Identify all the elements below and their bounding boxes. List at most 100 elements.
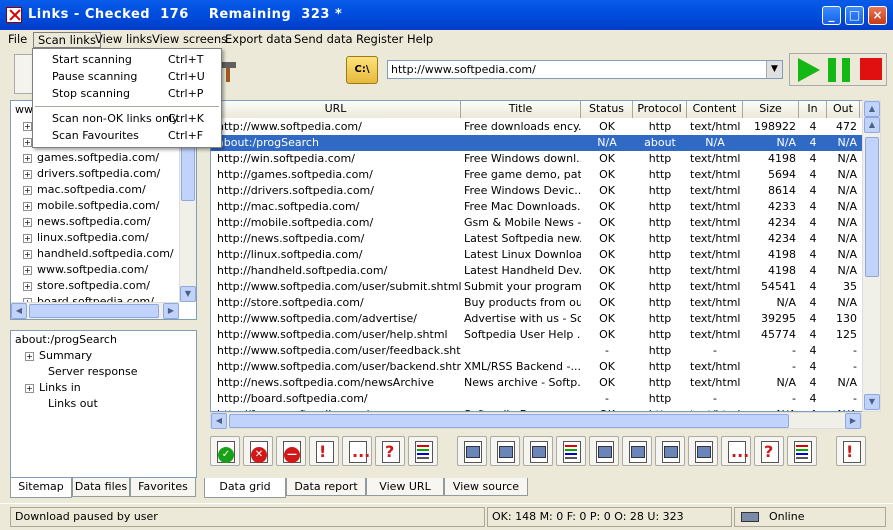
table-row[interactable]: http://drivers.softpedia.com/Free Window… <box>211 183 880 199</box>
warning-filter-button[interactable]: ! <box>309 436 339 466</box>
stop-icon[interactable] <box>860 58 882 80</box>
sitemap-node[interactable]: + mac.softpedia.com/ <box>23 183 146 196</box>
menu-item[interactable]: Pause scanning Ctrl+U <box>34 69 220 86</box>
menu-help[interactable]: Help <box>403 32 437 48</box>
column-header[interactable]: Protocol <box>633 101 687 118</box>
expand-icon[interactable]: + <box>23 169 32 179</box>
expand-icon[interactable]: + <box>23 265 32 275</box>
expand-icon[interactable]: + <box>23 249 32 259</box>
table-row[interactable]: http://handheld.softpedia.com/Latest Han… <box>211 263 880 279</box>
menu-register[interactable]: Register <box>352 32 407 48</box>
scroll-down-icon[interactable]: ▼ <box>864 394 880 410</box>
expand-icon[interactable]: + <box>23 153 32 163</box>
expand-icon[interactable]: + <box>23 121 32 131</box>
table-row[interactable]: http://www.softpedia.com/Free downloads … <box>211 119 880 135</box>
menu-item[interactable]: Stop scanning Ctrl+P <box>34 86 220 103</box>
text-button[interactable] <box>556 436 586 466</box>
table-row[interactable]: http://www.softpedia.com/user/backend.sh… <box>211 359 880 375</box>
expand-icon[interactable]: + <box>25 383 34 393</box>
scroll-right-icon[interactable]: ▶ <box>163 303 179 319</box>
detail-root[interactable]: about:/progSearch <box>15 333 117 346</box>
edit-button[interactable] <box>490 436 520 466</box>
table-row[interactable]: http://www.softpedia.com/user/submit.sht… <box>211 279 880 295</box>
url-combo[interactable]: http://www.softpedia.com/ ▼ <box>387 60 783 79</box>
menu-item[interactable]: Scan non-OK links only Ctrl+K <box>34 111 220 128</box>
column-header[interactable]: URL <box>211 101 461 118</box>
tree-node-server-response[interactable]: Server response <box>48 365 138 378</box>
link-button[interactable] <box>589 436 619 466</box>
column-header[interactable]: Out <box>827 101 860 118</box>
table-row[interactable]: http://mac.softpedia.com/Free Mac Downlo… <box>211 199 880 215</box>
tab-view-source[interactable]: View source <box>444 478 528 496</box>
tool-button[interactable]: ! <box>836 436 866 466</box>
sitemap-node[interactable]: + games.softpedia.com/ <box>23 151 159 164</box>
tree-node-summary[interactable]: + Summary <box>25 349 92 362</box>
scroll-thumb[interactable] <box>29 304 159 318</box>
browser-button[interactable] <box>457 436 487 466</box>
scroll-up-icon[interactable]: ▲ <box>864 117 880 133</box>
expand-icon[interactable]: + <box>23 185 32 195</box>
column-header[interactable]: Content <box>687 101 743 118</box>
column-header[interactable]: Title <box>461 101 581 118</box>
more-filter-button[interactable]: ... <box>342 436 372 466</box>
table-row[interactable]: http://news.softpedia.com/Latest Softped… <box>211 231 880 247</box>
menu-view-screens[interactable]: View screens <box>148 32 231 48</box>
sitemap-node[interactable]: + store.softpedia.com/ <box>23 279 150 292</box>
scroll-thumb[interactable] <box>181 141 195 201</box>
minimize-button[interactable]: _ <box>822 6 841 25</box>
tab-view-url[interactable]: View URL <box>366 478 444 496</box>
sitemap-node[interactable]: + handheld.softpedia.com/ <box>23 247 174 260</box>
menu-export-data[interactable]: Export data <box>221 32 296 48</box>
question2-filter-button[interactable]: ? <box>754 436 784 466</box>
maximize-button[interactable]: □ <box>845 6 864 25</box>
pause-icon[interactable] <box>828 58 852 82</box>
tab-data-report[interactable]: Data report <box>286 478 366 496</box>
expand-icon[interactable]: + <box>23 201 32 211</box>
play-icon[interactable] <box>798 58 820 82</box>
scroll-right-icon[interactable]: ▶ <box>845 413 861 429</box>
table-row[interactable]: http://linux.softpedia.com/Latest Linux … <box>211 247 880 263</box>
tab-data-files[interactable]: Data files <box>72 478 130 497</box>
table-row[interactable]: http://www.softpedia.com/user/feedback.s… <box>211 343 880 359</box>
tree-root[interactable]: ww <box>15 103 33 116</box>
data-grid[interactable]: URL Title Status Protocol Content Size In Out h… <box>210 100 881 412</box>
table-row[interactable]: http://www.softpedia.com/advertise/Adver… <box>211 311 880 327</box>
error-filter-button[interactable]: ✕ <box>243 436 273 466</box>
report2-button[interactable] <box>787 436 817 466</box>
scroll-thumb[interactable] <box>229 414 789 428</box>
column-header[interactable]: Status <box>581 101 633 118</box>
expand-icon[interactable]: + <box>23 281 32 291</box>
monitor-button[interactable] <box>688 436 718 466</box>
stop-filter-button[interactable]: — <box>276 436 306 466</box>
tree-node-links-in[interactable]: + Links in <box>25 381 81 394</box>
table-row[interactable]: http://win.softpedia.com/Free Windows do… <box>211 151 880 167</box>
settings-button[interactable] <box>655 436 685 466</box>
mail-button[interactable] <box>523 436 553 466</box>
table-row[interactable]: http://news.softpedia.com/newsArchive New… <box>211 375 880 391</box>
expand-icon[interactable]: + <box>23 137 32 147</box>
ok-filter-button[interactable]: ✓ <box>210 436 240 466</box>
detail-tree[interactable]: about:/progSearch + Summary Server respon… <box>10 330 197 478</box>
table-row[interactable]: http://www.softpedia.com/user/help.shtml… <box>211 327 880 343</box>
scroll-down-icon[interactable]: ▼ <box>180 286 196 302</box>
expand-icon[interactable]: + <box>25 351 34 361</box>
scroll-thumb[interactable] <box>865 137 879 277</box>
more2-filter-button[interactable]: ... <box>721 436 751 466</box>
column-header[interactable]: In <box>799 101 827 118</box>
sitemap-node[interactable]: + drivers.softpedia.com/ <box>23 167 160 180</box>
sitemap-node[interactable]: + mobile.softpedia.com/ <box>23 199 159 212</box>
menu-file[interactable]: File <box>4 32 31 48</box>
grid-hscroll[interactable]: ◀ ▶ <box>210 412 862 429</box>
column-header[interactable]: Size <box>743 101 799 118</box>
sitemap-node[interactable]: + www.softpedia.com/ <box>23 263 148 276</box>
table-row[interactable]: http://games.softpedia.com/Free game dem… <box>211 167 880 183</box>
chevron-down-icon[interactable]: ▼ <box>766 61 782 78</box>
sitemap-node[interactable]: + linux.softpedia.com/ <box>23 231 149 244</box>
menu-item[interactable]: Start scanning Ctrl+T <box>34 52 220 69</box>
sound-button[interactable] <box>622 436 652 466</box>
expand-icon[interactable]: + <box>23 217 32 227</box>
scroll-up-icon[interactable]: ▲ <box>864 101 880 117</box>
menu-send-data[interactable]: Send data <box>290 32 357 48</box>
sitemap-node[interactable]: + news.softpedia.com/ <box>23 215 151 228</box>
question-filter-button[interactable]: ? <box>375 436 405 466</box>
